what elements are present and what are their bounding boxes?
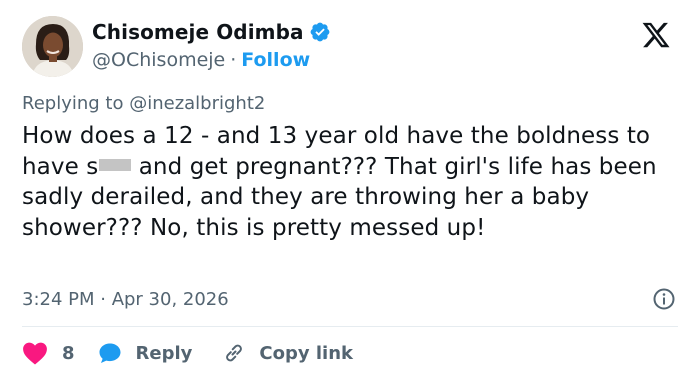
reply-bubble-icon bbox=[98, 341, 122, 365]
avatar[interactable] bbox=[22, 16, 83, 77]
like-button[interactable]: 8 bbox=[22, 341, 75, 365]
copy-link-label: Copy link bbox=[259, 342, 353, 364]
info-icon[interactable] bbox=[652, 287, 676, 311]
replying-to-label: Replying to bbox=[22, 93, 124, 114]
x-logo-icon[interactable] bbox=[637, 20, 675, 50]
replying-to-user-link[interactable]: @inezalbright2 bbox=[129, 93, 265, 114]
author-name-row: Chisomeje Odimba bbox=[92, 20, 331, 44]
tweet-text: How does a 12 - and 13 year old have the… bbox=[22, 121, 682, 243]
reply-label: Reply bbox=[135, 342, 193, 364]
action-bar: 8 Reply Copy link bbox=[22, 339, 353, 367]
tweet-card: Chisomeje Odimba @OChisomeje · Follow Re… bbox=[0, 0, 700, 379]
censor-block bbox=[99, 159, 132, 171]
author-handle-row: @OChisomeje · Follow bbox=[92, 49, 310, 71]
like-count: 8 bbox=[62, 342, 75, 364]
verified-badge-icon bbox=[309, 21, 331, 43]
copy-link-button[interactable]: Copy link bbox=[222, 341, 353, 365]
avatar-photo bbox=[22, 16, 83, 77]
reply-button[interactable]: Reply bbox=[98, 341, 193, 365]
follow-button[interactable]: Follow bbox=[241, 49, 310, 71]
heart-icon bbox=[22, 341, 48, 365]
link-icon bbox=[222, 341, 246, 365]
separator-dot: · bbox=[230, 49, 237, 71]
tweet-timestamp[interactable]: 3:24 PM · Apr 30, 2026 bbox=[22, 289, 229, 310]
replying-to: Replying to @inezalbright2 bbox=[22, 93, 265, 114]
divider bbox=[22, 326, 678, 327]
author-name[interactable]: Chisomeje Odimba bbox=[92, 20, 304, 44]
author-handle[interactable]: @OChisomeje bbox=[92, 49, 225, 71]
